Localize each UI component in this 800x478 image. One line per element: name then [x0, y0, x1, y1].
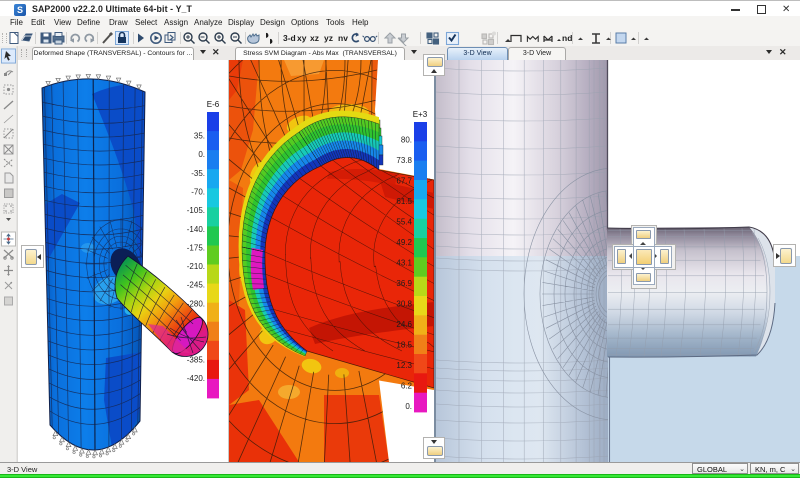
svg-text:-420.: -420. [187, 374, 205, 383]
svg-text:30.8: 30.8 [396, 300, 412, 309]
svg-text:24.6: 24.6 [396, 320, 412, 329]
svg-text:80.: 80. [401, 136, 412, 145]
svg-text:xz: xz [310, 33, 319, 43]
svg-text:67.7: 67.7 [396, 177, 412, 186]
svg-text:E-6: E-6 [207, 100, 220, 109]
svg-text:-70.: -70. [191, 187, 205, 196]
svg-text:nv: nv [338, 33, 348, 43]
svg-text:xy: xy [297, 33, 307, 43]
svg-text:0.: 0. [198, 150, 205, 159]
svg-text:12.3: 12.3 [396, 361, 412, 370]
svg-text:61.5: 61.5 [396, 197, 412, 206]
svg-text:0.: 0. [405, 402, 412, 411]
svg-text:43.1: 43.1 [396, 259, 412, 268]
svg-text:-105.: -105. [187, 206, 205, 215]
svg-text:49.2: 49.2 [396, 238, 412, 247]
svg-text:36.9: 36.9 [396, 279, 412, 288]
svg-text:3-d: 3-d [283, 33, 296, 43]
svg-text:E+3: E+3 [413, 110, 428, 119]
svg-text:73.8: 73.8 [396, 156, 412, 165]
svg-text:-245.: -245. [187, 281, 205, 290]
svg-text:-35.: -35. [191, 169, 205, 178]
svg-text:18.5: 18.5 [396, 341, 412, 350]
svg-text:-210.: -210. [187, 262, 205, 271]
svg-text:-385.: -385. [187, 355, 205, 364]
svg-text:nd: nd [562, 33, 572, 43]
svg-text:-140.: -140. [187, 225, 205, 234]
svg-text:6.2: 6.2 [401, 382, 413, 391]
svg-text:55.4: 55.4 [396, 218, 412, 227]
svg-text:-175.: -175. [187, 243, 205, 252]
svg-text:35.: 35. [194, 132, 205, 141]
svg-text:yz: yz [324, 33, 333, 43]
